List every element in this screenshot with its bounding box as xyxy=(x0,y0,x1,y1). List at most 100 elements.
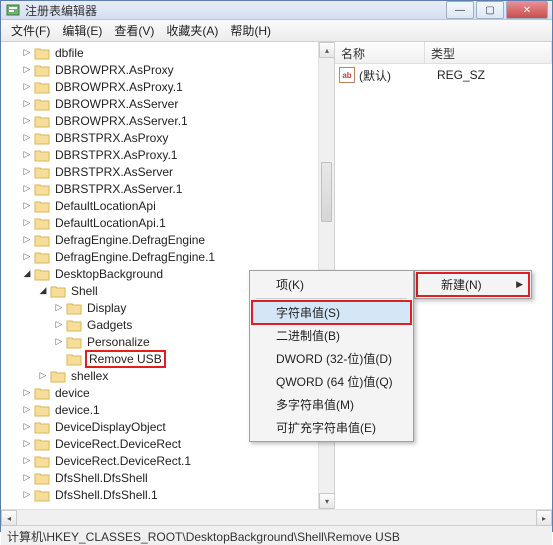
tree-item-label: device xyxy=(53,386,92,400)
value-list-header: 名称 类型 xyxy=(335,42,552,64)
expander-icon[interactable] xyxy=(21,183,33,195)
context-menu-item-label: QWORD (64 位)值(Q) xyxy=(276,373,393,390)
expander-icon[interactable] xyxy=(21,132,33,144)
maximize-button[interactable]: ▢ xyxy=(476,1,504,19)
tree-item-label: DeviceRect.DeviceRect xyxy=(53,437,183,451)
tree-item[interactable]: DefragEngine.DefragEngine xyxy=(5,231,334,248)
tree-item[interactable]: DBRSTPRX.AsServer.1 xyxy=(5,180,334,197)
expander-icon[interactable] xyxy=(21,421,33,433)
expander-icon[interactable] xyxy=(21,166,33,178)
expander-icon[interactable] xyxy=(21,404,33,416)
folder-icon xyxy=(34,148,50,162)
tree-item-label: DefragEngine.DefragEngine.1 xyxy=(53,250,217,264)
folder-icon xyxy=(34,97,50,111)
expander-icon[interactable] xyxy=(21,268,33,280)
expander-icon[interactable] xyxy=(21,47,33,59)
value-row[interactable]: ab(默认)REG_SZ xyxy=(335,66,552,84)
tree-item-label: DeviceDisplayObject xyxy=(53,420,168,434)
expander-icon[interactable] xyxy=(37,370,49,382)
menu-file[interactable]: 文件(F) xyxy=(5,20,56,41)
tree-item-label: Display xyxy=(85,301,128,315)
scroll-up-button[interactable]: ▴ xyxy=(319,42,335,58)
tree-item[interactable]: DBRSTPRX.AsServer xyxy=(5,163,334,180)
folder-icon xyxy=(34,267,50,281)
scroll-down-button[interactable]: ▾ xyxy=(319,493,335,509)
expander-icon[interactable] xyxy=(21,455,33,467)
submenu-arrow-icon: ▶ xyxy=(516,279,523,290)
folder-icon xyxy=(34,63,50,77)
context-menu-item-label: 项(K) xyxy=(276,276,304,293)
tree-item-label: DBROWPRX.AsServer.1 xyxy=(53,114,190,128)
value-scrollbar-horizontal[interactable]: ◂ ▸ xyxy=(335,509,552,525)
context-menu-item[interactable]: DWORD (32-位)值(D) xyxy=(252,347,411,370)
tree-item[interactable]: DfsShell.DfsShell.1 xyxy=(5,486,334,503)
tree-item-label: DfsShell.DfsShell.1 xyxy=(53,488,160,502)
tree-item[interactable]: DBRSTPRX.AsProxy.1 xyxy=(5,146,334,163)
expander-icon[interactable] xyxy=(21,387,33,399)
tree-item[interactable]: DBROWPRX.AsServer xyxy=(5,95,334,112)
context-menu-item[interactable]: 多字符串值(M) xyxy=(252,393,411,416)
tree-item[interactable]: dbfile xyxy=(5,44,334,61)
tree-item[interactable]: DeviceRect.DeviceRect.1 xyxy=(5,452,334,469)
tree-item-label: DeviceRect.DeviceRect.1 xyxy=(53,454,193,468)
tree-item[interactable]: DfsShell.DfsShell xyxy=(5,469,334,486)
app-icon xyxy=(5,2,21,18)
expander-icon[interactable] xyxy=(21,115,33,127)
expander-icon[interactable] xyxy=(21,98,33,110)
menu-edit[interactable]: 编辑(E) xyxy=(56,20,108,41)
expander-icon[interactable] xyxy=(53,336,65,348)
context-menu-new: 新建(N)▶ xyxy=(414,270,532,299)
context-menu-item[interactable]: 字符串值(S) xyxy=(252,301,411,324)
expander-icon[interactable] xyxy=(53,319,65,331)
expander-icon[interactable] xyxy=(21,472,33,484)
tree-item-label: DBROWPRX.AsServer xyxy=(53,97,180,111)
folder-icon xyxy=(34,46,50,60)
tree-item-label: DBRSTPRX.AsProxy.1 xyxy=(53,148,179,162)
context-menu-item-new[interactable]: 新建(N)▶ xyxy=(417,273,529,296)
folder-icon xyxy=(34,216,50,230)
context-menu-item[interactable]: 二进制值(B) xyxy=(252,324,411,347)
expander-icon[interactable] xyxy=(53,302,65,314)
expander-icon[interactable] xyxy=(21,438,33,450)
menubar: 文件(F) 编辑(E) 查看(V) 收藏夹(A) 帮助(H) xyxy=(1,20,552,42)
tree-item[interactable]: DefaultLocationApi xyxy=(5,197,334,214)
context-menu-item[interactable]: 可扩充字符串值(E) xyxy=(252,416,411,439)
expander-icon[interactable] xyxy=(37,285,49,297)
content-area: dbfileDBROWPRX.AsProxyDBROWPRX.AsProxy.1… xyxy=(1,42,552,525)
context-menu-item[interactable]: QWORD (64 位)值(Q) xyxy=(252,370,411,393)
tree-item[interactable]: DBROWPRX.AsProxy xyxy=(5,61,334,78)
tree-item-label: device.1 xyxy=(53,403,102,417)
context-menu-item[interactable]: 项(K) xyxy=(252,273,411,296)
status-path: 计算机\HKEY_CLASSES_ROOT\DesktopBackground\… xyxy=(7,530,400,544)
expander-icon[interactable] xyxy=(21,234,33,246)
folder-icon xyxy=(34,454,50,468)
menu-favorites[interactable]: 收藏夹(A) xyxy=(160,20,224,41)
menu-help[interactable]: 帮助(H) xyxy=(224,20,277,41)
folder-icon xyxy=(34,420,50,434)
column-type[interactable]: 类型 xyxy=(425,42,552,63)
expander-icon[interactable] xyxy=(21,217,33,229)
scroll-right-button[interactable]: ▸ xyxy=(536,510,552,525)
minimize-button[interactable]: — xyxy=(446,1,474,19)
expander-icon[interactable] xyxy=(21,489,33,501)
context-menu-item-label: DWORD (32-位)值(D) xyxy=(276,350,392,367)
tree-item-label: DesktopBackground xyxy=(53,267,165,281)
tree-item[interactable]: DefragEngine.DefragEngine.1 xyxy=(5,248,334,265)
expander-icon[interactable] xyxy=(21,64,33,76)
expander-icon[interactable] xyxy=(21,251,33,263)
titlebar[interactable]: 注册表编辑器 — ▢ ✕ xyxy=(1,1,552,20)
scroll-thumb-vertical[interactable] xyxy=(321,162,332,222)
tree-item[interactable]: DBRSTPRX.AsProxy xyxy=(5,129,334,146)
expander-icon[interactable] xyxy=(21,200,33,212)
folder-icon xyxy=(34,386,50,400)
menu-view[interactable]: 查看(V) xyxy=(108,20,160,41)
tree-item[interactable]: DBROWPRX.AsServer.1 xyxy=(5,112,334,129)
context-menu-item-label: 多字符串值(M) xyxy=(276,396,354,413)
tree-item[interactable]: DBROWPRX.AsProxy.1 xyxy=(5,78,334,95)
expander-icon[interactable] xyxy=(21,149,33,161)
tree-item[interactable]: DefaultLocationApi.1 xyxy=(5,214,334,231)
column-name[interactable]: 名称 xyxy=(335,42,425,63)
expander-icon[interactable] xyxy=(21,81,33,93)
folder-icon xyxy=(34,437,50,451)
close-button[interactable]: ✕ xyxy=(506,1,548,19)
